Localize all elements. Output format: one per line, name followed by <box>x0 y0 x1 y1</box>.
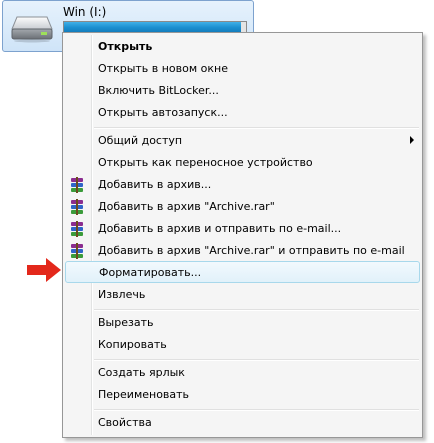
menu-item-label: Открыть <box>98 40 153 53</box>
menu-separator <box>94 409 419 411</box>
menu-item-share[interactable]: Общий доступ <box>65 130 420 152</box>
menu-separator <box>94 309 419 311</box>
submenu-arrow-icon <box>410 136 414 144</box>
menu-item-label: Добавить в архив "Archive.rar" и отправи… <box>98 244 405 257</box>
menu-item-format[interactable]: Форматировать... <box>65 261 420 283</box>
menu-item-add-to-archive-rar[interactable]: Добавить в архив "Archive.rar" <box>65 196 420 218</box>
menu-item-label: Извлечь <box>98 288 146 301</box>
menu-item-copy[interactable]: Копировать <box>65 334 420 356</box>
drive-label: Win (I:) <box>63 5 107 19</box>
winrar-icon <box>69 243 85 259</box>
menu-item-label: Форматировать... <box>99 266 202 279</box>
winrar-icon <box>69 221 85 237</box>
menu-item-properties[interactable]: Свойства <box>65 412 420 434</box>
menu-item-add-to-archive-rar-email[interactable]: Добавить в архив "Archive.rar" и отправи… <box>65 240 420 262</box>
menu-item-enable-bitlocker[interactable]: Включить BitLocker... <box>65 80 420 102</box>
menu-item-autoplay[interactable]: Открыть автозапуск... <box>65 102 420 124</box>
menu-item-label: Переименовать <box>98 388 190 401</box>
desktop-window: Win (I:) Открыть Открыть в новом окне Вк… <box>0 0 434 443</box>
menu-item-open[interactable]: Открыть <box>65 36 420 58</box>
menu-separator <box>94 359 419 361</box>
menu-item-add-to-archive[interactable]: Добавить в архив... <box>65 174 420 196</box>
menu-separator <box>94 127 419 129</box>
menu-item-label: Вырезать <box>98 316 154 329</box>
context-menu: Открыть Открыть в новом окне Включить Bi… <box>62 32 423 438</box>
red-arrow-icon <box>26 257 62 283</box>
menu-item-label: Добавить в архив и отправить по e-mail..… <box>98 222 342 235</box>
menu-item-label: Общий доступ <box>98 134 183 147</box>
winrar-icon <box>69 177 85 193</box>
menu-item-label: Включить BitLocker... <box>98 84 219 97</box>
menu-item-label: Копировать <box>98 338 167 351</box>
menu-item-label: Открыть как переносное устройство <box>98 156 313 169</box>
menu-item-rename[interactable]: Переименовать <box>65 384 420 406</box>
winrar-icon <box>69 199 85 215</box>
menu-item-open-as-portable-device[interactable]: Открыть как переносное устройство <box>65 152 420 174</box>
menu-item-open-new-window[interactable]: Открыть в новом окне <box>65 58 420 80</box>
menu-item-label: Создать ярлык <box>98 366 185 379</box>
menu-item-label: Свойства <box>98 416 152 429</box>
drive-icon <box>11 13 53 43</box>
menu-item-label: Открыть в новом окне <box>98 62 229 75</box>
menu-item-eject[interactable]: Извлечь <box>65 284 420 306</box>
menu-item-label: Добавить в архив "Archive.rar" <box>98 200 275 213</box>
menu-item-add-to-archive-email[interactable]: Добавить в архив и отправить по e-mail..… <box>65 218 420 240</box>
menu-item-label: Открыть автозапуск... <box>98 106 228 119</box>
menu-item-cut[interactable]: Вырезать <box>65 312 420 334</box>
menu-item-create-shortcut[interactable]: Создать ярлык <box>65 362 420 384</box>
menu-item-label: Добавить в архив... <box>98 178 212 191</box>
